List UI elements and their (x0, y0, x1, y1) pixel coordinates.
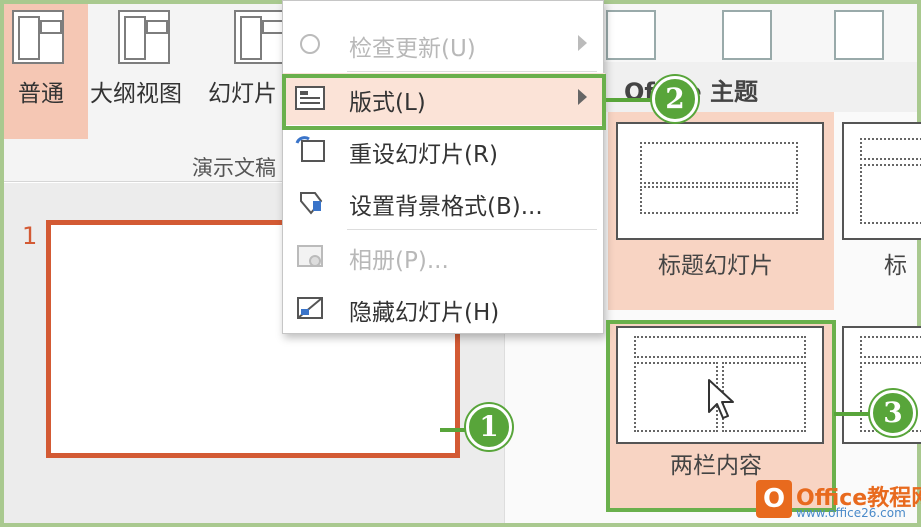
submenu-arrow-icon (578, 35, 587, 51)
layout-preview-icon[interactable] (606, 10, 656, 60)
hide-slide-icon (297, 297, 323, 319)
menu-item-format-background[interactable]: 设置背景格式(B)... (283, 177, 605, 229)
layout-title-content-thumb (842, 122, 921, 240)
normal-view-button[interactable]: 普通 (4, 4, 88, 139)
format-background-icon (300, 192, 323, 215)
title-placeholder (860, 138, 921, 160)
layout-gallery-top-row (604, 4, 917, 62)
subtitle-placeholder (640, 186, 798, 214)
callout-step-2: 2 (652, 76, 698, 122)
menu-item-label: 检查更新(U) (349, 36, 476, 62)
layout-title-slide[interactable]: 标题幻灯片 (614, 120, 826, 300)
layout-gallery-header: Office 主题 (604, 62, 917, 112)
presentation-views-group-label: 演示文稿 (192, 156, 276, 180)
update-icon (300, 34, 320, 54)
reset-slide-icon (295, 136, 325, 162)
outline-view-icon (118, 10, 170, 64)
watermark-url: www.office26.com (796, 506, 906, 520)
layout-preview-icon[interactable] (834, 10, 884, 60)
slide-sorter-label: 幻灯片 (208, 81, 277, 107)
outline-view-button[interactable]: 大纲视图 (90, 4, 204, 139)
layout-title-slide-thumb (616, 122, 824, 240)
title-placeholder (640, 142, 798, 184)
menu-separator (347, 71, 597, 72)
callout-step-3: 3 (870, 390, 916, 436)
layout-title-content[interactable]: 标 (840, 120, 921, 300)
context-menu: 检查更新(U) 版式(L) 重设幻灯片(R) 设置背景格式(B)... 相册(P… (282, 0, 605, 335)
normal-view-label: 普通 (18, 81, 64, 107)
menu-item-label: 重设幻灯片(R) (349, 142, 498, 168)
content-placeholder (860, 164, 921, 224)
layout-menu-highlight (282, 74, 606, 130)
mouse-cursor-icon (708, 379, 734, 419)
layout-title-slide-label: 标题幻灯片 (658, 253, 773, 279)
callout-step-1: 1 (466, 404, 512, 450)
menu-item-label: 设置背景格式(B)... (349, 194, 543, 220)
layout-preview-icon[interactable] (722, 10, 772, 60)
title-placeholder (860, 336, 921, 358)
menu-item-label: 相册(P)... (349, 248, 449, 274)
slide-number: 1 (22, 222, 38, 250)
normal-view-icon (12, 10, 64, 64)
slide-sorter-icon (234, 10, 286, 64)
callout-2-connector (606, 98, 654, 102)
menu-item-reset-slide[interactable]: 重设幻灯片(R) (283, 125, 605, 177)
menu-item-photo-album[interactable]: 相册(P)... (283, 231, 605, 283)
slide-sorter-button[interactable]: 幻灯片 (208, 4, 288, 139)
callout-3-connector (834, 412, 872, 416)
menu-item-hide-slide[interactable]: 隐藏幻灯片(H) (283, 283, 605, 335)
menu-separator (347, 229, 597, 230)
menu-item-label: 隐藏幻灯片(H) (349, 300, 500, 326)
outline-view-label: 大纲视图 (90, 81, 182, 107)
photo-album-icon (297, 245, 323, 267)
office-logo-icon: O (756, 480, 792, 518)
menu-item-check-updates[interactable]: 检查更新(U) (283, 19, 605, 71)
layout-title-content-label: 标 (884, 253, 907, 279)
watermark: O Office教程网 www.office26.com (756, 478, 921, 524)
